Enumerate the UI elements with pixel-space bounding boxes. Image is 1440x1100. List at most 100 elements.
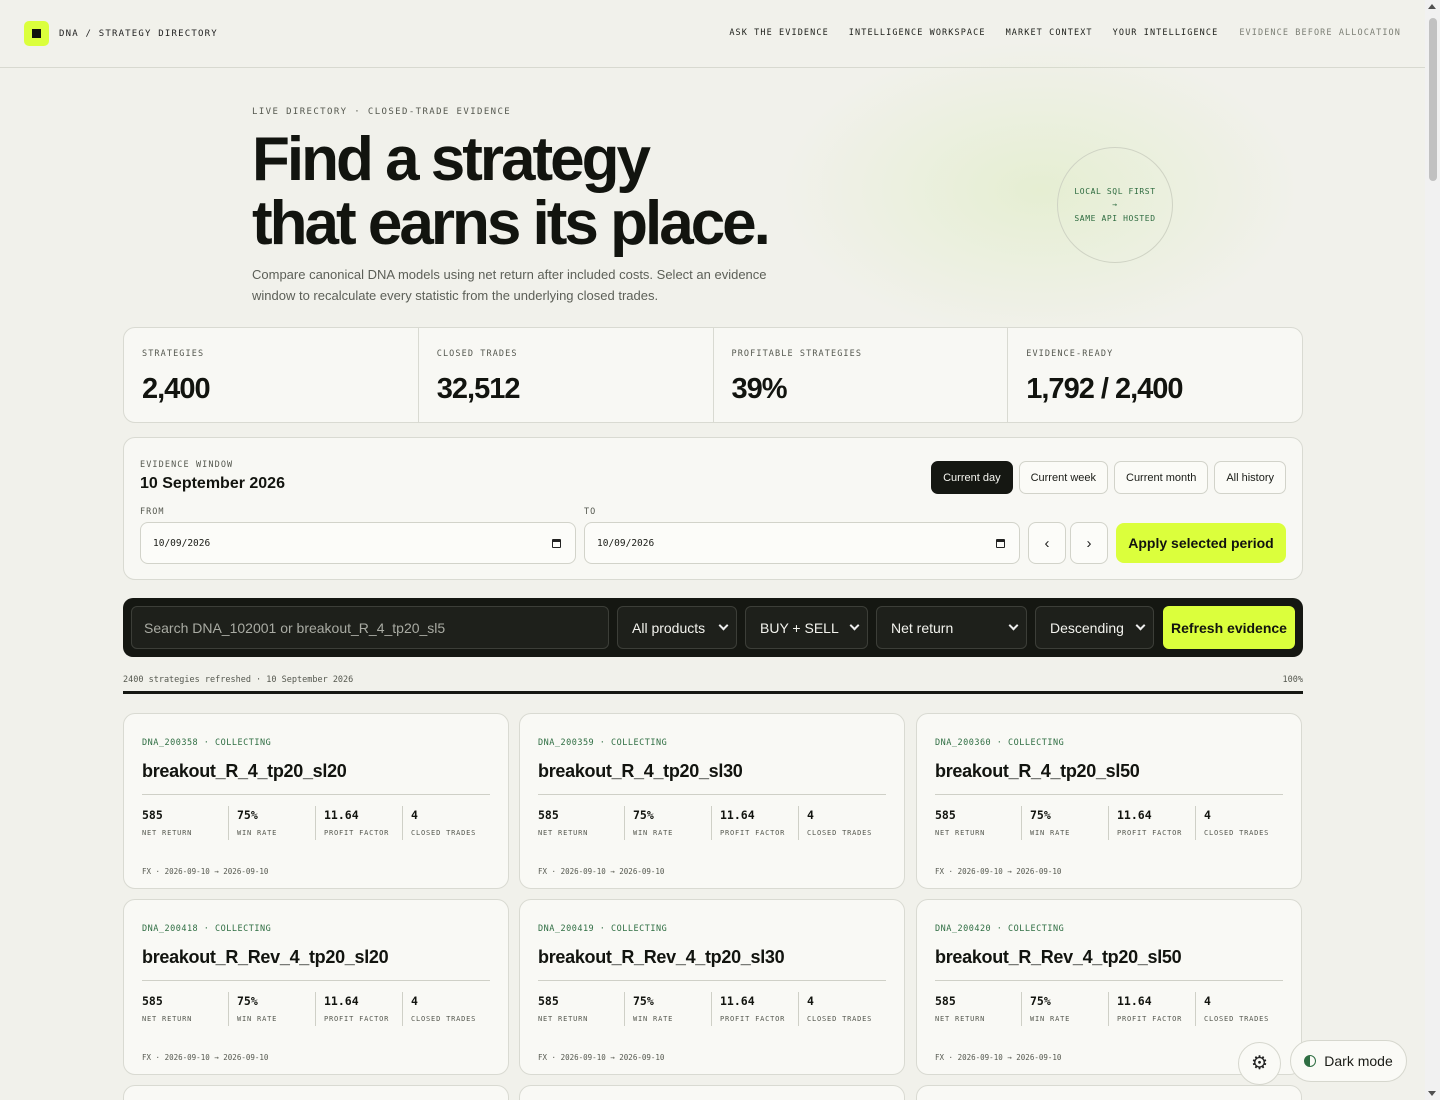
stat-profitable-strategies: PROFITABLE STRATEGIES 39% [714,328,1009,422]
from-date-input[interactable]: 10/09/2026 [140,522,576,564]
card-metric: 4 CLOSED TRADES [1196,806,1283,840]
product-select[interactable]: All products [617,606,737,649]
stat-value: 2,400 [142,373,211,405]
card-metric-label: WIN RATE [237,1015,278,1023]
card-metric: 585 NET RETURN [538,992,625,1026]
side-select[interactable]: BUY + SELL [745,606,868,649]
card-footer: FX · 2026-09-10 → 2026-09-10 [935,867,1062,876]
period-current-week-button[interactable]: Current week [1018,461,1108,494]
card-strategy-name: breakout_R_Rev_4_tp20_sl20 [142,947,389,967]
card-footer: FX · 2026-09-10 → 2026-09-10 [538,1053,665,1062]
period-all-history-button[interactable]: All history [1214,461,1286,494]
scroll-down-arrow-icon[interactable] [1428,1091,1436,1096]
stats-panel: STRATEGIES 2,400 CLOSED TRADES 32,512 PR… [123,327,1303,423]
card-metric: 75% WIN RATE [1022,806,1109,840]
card-id-status: DNA_200360 · COLLECTING [935,738,1065,748]
search-toolbar: Search DNA_102001 or breakout_R_4_tp20_s… [123,598,1303,657]
nav-link-your-intelligence[interactable]: YOUR INTELLIGENCE [1113,28,1219,38]
card-metric-label: NET RETURN [142,1015,193,1023]
strategy-card[interactable]: DNA_200360 · COLLECTING breakout_R_4_tp20… [916,713,1302,889]
card-metric-label: PROFIT FACTOR [324,829,390,837]
card-metric: 75% WIN RATE [229,806,316,840]
card-id-status: DNA_200359 · COLLECTING [538,738,668,748]
sort-select[interactable]: Net return [876,606,1027,649]
card-strategy-name: breakout_R_Rev_4_tp20_sl50 [935,947,1182,967]
strategy-card-partial[interactable] [916,1085,1302,1100]
calendar-icon[interactable] [552,539,561,548]
card-metric: 11.64 PROFIT FACTOR [316,992,403,1026]
order-select-value: Descending [1050,619,1124,636]
card-metric-label: CLOSED TRADES [1204,829,1270,837]
brand[interactable]: DNA / STRATEGY DIRECTORY [24,21,218,46]
card-metric-value: 11.64 [1117,994,1152,1008]
evidence-window-date: 10 September 2026 [140,475,285,492]
card-footer: FX · 2026-09-10 → 2026-09-10 [538,867,665,876]
card-metric: 11.64 PROFIT FACTOR [712,806,799,840]
card-metric-value: 11.64 [324,994,359,1008]
card-metric: 4 CLOSED TRADES [403,992,490,1026]
card-metric-label: CLOSED TRADES [411,1015,477,1023]
apply-period-button[interactable]: Apply selected period [1116,523,1286,563]
card-metric-label: CLOSED TRADES [807,1015,873,1023]
card-metric-value: 11.64 [324,808,359,822]
card-metric-label: NET RETURN [538,829,589,837]
nav-link-intelligence-workspace[interactable]: INTELLIGENCE WORKSPACE [849,28,986,38]
card-metrics: 585 NET RETURN 75% WIN RATE 11.64 PROFIT FACT… [935,806,1283,840]
period-current-month-button[interactable]: Current month [1114,461,1209,494]
to-date-input[interactable]: 10/09/2026 [584,522,1020,564]
scroll-up-arrow-icon[interactable] [1428,4,1436,9]
card-metric: 585 NET RETURN [935,806,1022,840]
nav-link-market-context[interactable]: MARKET CONTEXT [1006,28,1093,38]
strategy-card-partial[interactable] [519,1085,905,1100]
evidence-window-label: EVIDENCE WINDOW [140,460,234,470]
card-strategy-name: breakout_R_4_tp20_sl20 [142,761,347,781]
chevron-down-icon [718,620,729,631]
card-metrics: 585 NET RETURN 75% WIN RATE 11.64 PROFIT FACT… [142,992,490,1026]
stat-label: PROFITABLE STRATEGIES [731,349,863,359]
card-metric-value: 4 [1204,994,1211,1008]
card-divider [142,980,490,981]
strategy-card-partial[interactable] [123,1085,509,1100]
refresh-evidence-button[interactable]: Refresh evidence [1163,606,1295,649]
card-metric-label: NET RETURN [142,829,193,837]
card-metric-label: WIN RATE [1030,829,1071,837]
stat-strategies: STRATEGIES 2,400 [124,328,419,422]
stat-label: CLOSED TRADES [436,349,518,359]
card-metric: 4 CLOSED TRADES [799,992,886,1026]
card-footer: FX · 2026-09-10 → 2026-09-10 [935,1053,1062,1062]
to-label: TO [584,507,597,517]
card-metric-label: PROFIT FACTOR [1117,829,1183,837]
card-metric: 585 NET RETURN [142,992,229,1026]
progress-status: 2400 strategies refreshed · 10 September… [123,675,354,685]
strategy-card[interactable]: DNA_200358 · COLLECTING breakout_R_4_tp20… [123,713,509,889]
card-metric: 11.64 PROFIT FACTOR [1109,992,1196,1026]
search-input[interactable]: Search DNA_102001 or breakout_R_4_tp20_s… [131,606,609,649]
strategy-card[interactable]: DNA_200419 · COLLECTING breakout_R_Rev_4_… [519,899,905,1075]
card-metric-value: 11.64 [720,994,755,1008]
card-metrics: 585 NET RETURN 75% WIN RATE 11.64 PROFIT FACT… [538,992,886,1026]
card-id-status: DNA_200420 · COLLECTING [935,924,1065,934]
dark-mode-toggle[interactable]: Dark mode [1290,1040,1407,1082]
strategy-card[interactable]: DNA_200359 · COLLECTING breakout_R_4_tp20… [519,713,905,889]
settings-button[interactable]: ⚙ [1238,1042,1281,1085]
card-metric: 4 CLOSED TRADES [1196,992,1283,1026]
previous-period-button[interactable]: ‹ [1028,522,1066,564]
page-scrollbar[interactable] [1425,0,1440,1100]
brand-title: DNA / STRATEGY DIRECTORY [59,28,218,39]
nav-link-ask-evidence[interactable]: ASK THE EVIDENCE [729,28,828,38]
next-period-button[interactable]: › [1070,522,1108,564]
card-metric-value: 4 [807,994,814,1008]
side-select-value: BUY + SELL [760,619,839,636]
scroll-thumb[interactable] [1429,18,1437,181]
calendar-icon[interactable] [996,539,1005,548]
card-divider [935,794,1283,795]
order-select[interactable]: Descending [1035,606,1154,649]
card-footer: FX · 2026-09-10 → 2026-09-10 [142,1053,269,1062]
card-metric-label: NET RETURN [935,1015,986,1023]
card-metric: 11.64 PROFIT FACTOR [316,806,403,840]
strategy-card[interactable]: DNA_200418 · COLLECTING breakout_R_Rev_4_… [123,899,509,1075]
from-label: FROM [140,507,165,517]
period-buttons: Current day Current week Current month A… [925,461,1286,494]
period-current-day-button[interactable]: Current day [931,461,1013,494]
card-metric-value: 585 [538,994,559,1008]
